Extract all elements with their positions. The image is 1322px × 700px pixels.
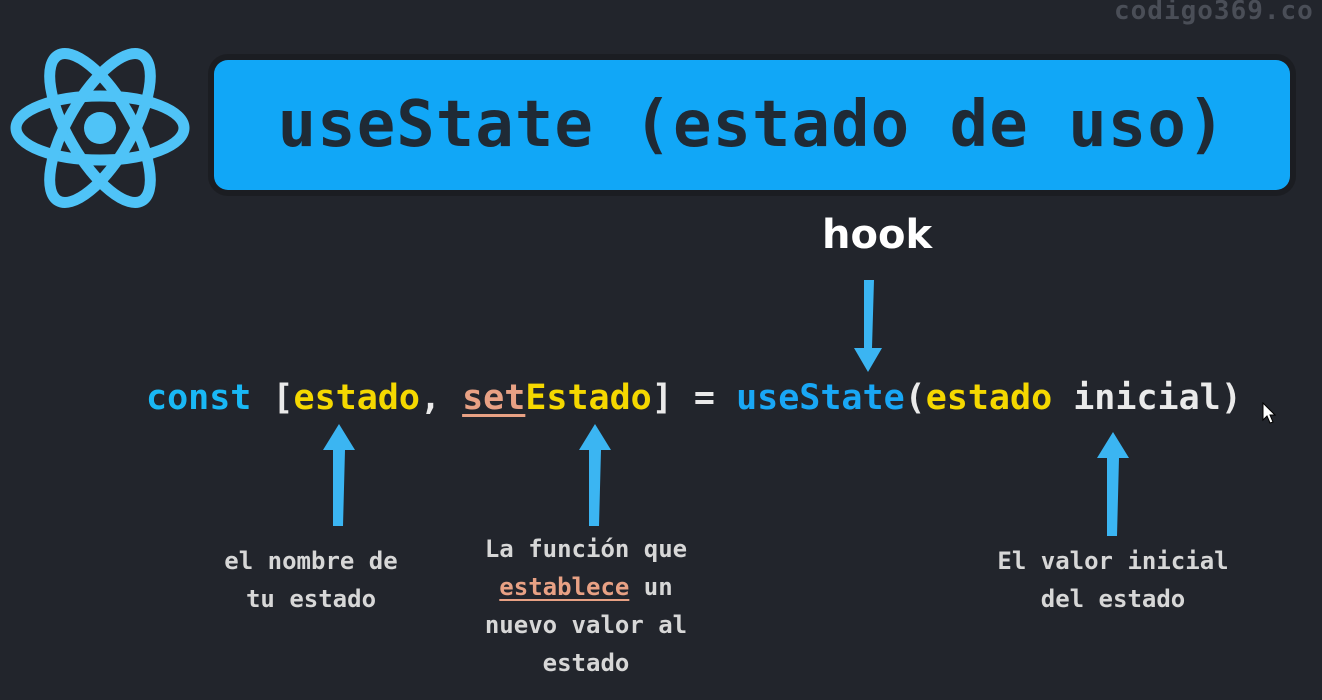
code-line: const [estado, setEstado] = useState(est…: [146, 378, 1242, 418]
slide: codigo369.co useState (estado de uso) ho…: [0, 0, 1322, 700]
code-open-bracket: [: [251, 378, 294, 418]
arrow-up-icon: [579, 424, 611, 526]
code-close-paren: ): [1220, 378, 1242, 418]
note-state-name: el nombre de tu estado: [196, 542, 426, 618]
code-initial-word-a: estado: [925, 378, 1053, 418]
code-hook-function: useState: [736, 378, 905, 418]
arrow-down-icon: [854, 280, 882, 372]
note-line: tu estado: [245, 585, 377, 613]
page-title: useState (estado de uso): [277, 88, 1227, 162]
code-open-paren: (: [904, 378, 926, 418]
note-line: el nombre de: [224, 547, 398, 575]
note-text: un: [629, 573, 673, 601]
arrow-up-icon: [1097, 432, 1129, 536]
mouse-cursor-icon: [1262, 402, 1276, 424]
note-line: del estado: [1040, 585, 1186, 613]
hook-label: hook: [822, 212, 933, 258]
note-line: estado: [542, 649, 630, 677]
code-state-variable: estado: [293, 378, 420, 418]
note-line: El valor inicial: [997, 547, 1229, 575]
title-banner: useState (estado de uso): [214, 60, 1290, 190]
watermark: codigo369.co: [1114, 0, 1314, 26]
note-line: nuevo valor al: [484, 611, 688, 639]
code-const-keyword: const: [146, 378, 252, 418]
note-setter: La función que establece un nuevo valor …: [456, 530, 716, 682]
note-initial-value: El valor inicial del estado: [968, 542, 1258, 618]
code-comma: ,: [419, 378, 463, 418]
note-line: La función que: [484, 535, 688, 563]
code-setter-prefix: set: [462, 378, 526, 418]
note-highlight: establece: [499, 573, 630, 601]
note-line: establece un: [456, 568, 716, 606]
react-atom-icon: [10, 48, 190, 208]
code-close-assign: ] =: [651, 378, 737, 418]
arrow-up-icon: [323, 424, 355, 526]
code-initial-word-b: inicial: [1052, 378, 1221, 418]
code-setter-suffix: Estado: [525, 378, 652, 418]
